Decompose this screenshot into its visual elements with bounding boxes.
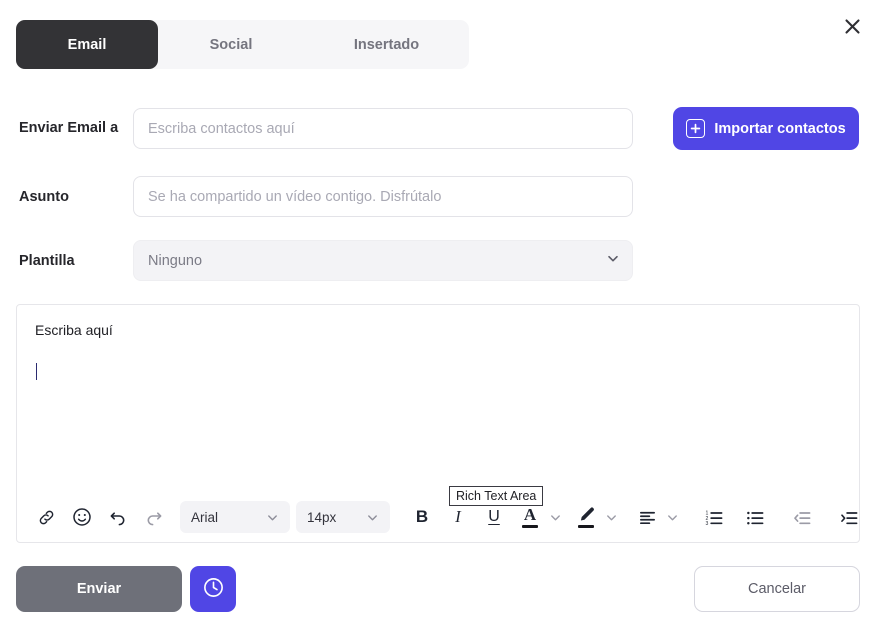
link-icon[interactable]: [31, 502, 61, 532]
emoji-icon[interactable]: [67, 502, 97, 532]
editor-toolbar: Arial 14px B I U A 1 2 3: [17, 492, 859, 542]
text-color-letter: A: [523, 505, 537, 524]
svg-text:3: 3: [705, 520, 708, 526]
rich-text-editor: Escriba aquí Arial 14px B I U A 1 2 3: [16, 304, 860, 543]
close-dialog-button[interactable]: [835, 9, 869, 43]
tab-social-label: Social: [209, 36, 253, 53]
text-color-chevron-down-icon[interactable]: [545, 504, 565, 530]
text-color-glyph: A: [522, 506, 538, 528]
undo-icon[interactable]: [103, 502, 133, 532]
tab-insertado[interactable]: Insertado: [304, 20, 469, 69]
schedule-send-button[interactable]: [190, 566, 236, 612]
editor-content-area[interactable]: Escriba aquí: [17, 305, 859, 494]
unordered-list-icon[interactable]: [740, 502, 770, 532]
highlight-color-chevron-down-icon[interactable]: [601, 504, 621, 530]
outdent-icon[interactable]: [787, 502, 817, 532]
text-caret: [36, 363, 37, 381]
indent-icon[interactable]: [834, 502, 864, 532]
template-label: Plantilla: [19, 253, 75, 269]
tab-email-label: Email: [67, 36, 107, 53]
pen-icon: [580, 507, 594, 521]
chevron-down-icon: [256, 511, 279, 524]
rich-text-area-tooltip: Rich Text Area: [449, 486, 544, 506]
font-size-value: 14px: [307, 509, 337, 525]
bold-icon[interactable]: B: [407, 502, 437, 532]
highlight-color-swatch: [578, 525, 594, 528]
tab-insertado-label: Insertado: [353, 36, 420, 53]
share-mode-tabs: Email Social Insertado: [16, 20, 469, 69]
text-color-swatch: [522, 525, 538, 528]
template-select[interactable]: Ninguno: [133, 240, 633, 281]
clock-icon: [202, 576, 225, 602]
font-family-select[interactable]: Arial: [180, 501, 290, 533]
send-button[interactable]: Enviar: [16, 566, 182, 612]
italic-icon[interactable]: I: [443, 502, 473, 532]
editor-text: Escriba aquí: [35, 322, 113, 338]
import-contacts-button[interactable]: Importar contactos: [673, 107, 859, 150]
subject-label: Asunto: [19, 189, 69, 205]
font-family-value: Arial: [191, 509, 219, 525]
align-chevron-down-icon[interactable]: [662, 504, 682, 530]
cancel-button[interactable]: Cancelar: [694, 566, 860, 612]
highlight-color-glyph: [577, 506, 595, 528]
chevron-down-icon: [356, 511, 379, 524]
redo-icon[interactable]: [139, 502, 169, 532]
template-selected-value: Ninguno: [148, 252, 203, 269]
email-share-dialog: Email Social Insertado Enviar Email a Im…: [0, 0, 880, 633]
text-color-icon[interactable]: A: [515, 502, 545, 532]
plus-icon: [686, 119, 706, 138]
recipients-input[interactable]: [133, 108, 633, 149]
tab-social[interactable]: Social: [158, 20, 304, 69]
subject-input[interactable]: [133, 176, 633, 217]
ordered-list-icon[interactable]: 1 2 3: [699, 502, 729, 532]
align-left-icon[interactable]: [632, 502, 662, 532]
tab-email[interactable]: Email: [16, 20, 158, 69]
template-select-box[interactable]: Ninguno: [133, 240, 633, 281]
close-icon: [843, 17, 862, 36]
font-size-select[interactable]: 14px: [296, 501, 390, 533]
underline-icon[interactable]: U: [479, 502, 509, 532]
recipients-label: Enviar Email a: [19, 120, 119, 136]
import-contacts-label: Importar contactos: [714, 120, 846, 137]
highlight-color-icon[interactable]: [571, 502, 601, 532]
